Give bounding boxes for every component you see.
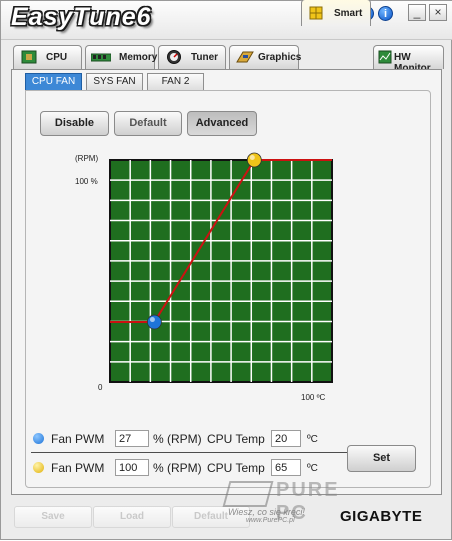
smart-cube-icon (309, 6, 323, 20)
y-axis-max-label: 100 % (75, 177, 98, 186)
tuner-gauge-icon (167, 50, 181, 64)
tab-hw-monitor[interactable]: HW Monitor (373, 45, 444, 74)
y-axis-unit: (RPM) (75, 154, 99, 163)
point-row-yellow: Fan PWM 100 % (RPM) CPU Temp 65 ºC (33, 458, 333, 478)
tab-label: Smart (334, 8, 363, 19)
x-axis-max-label: 100 ºC (301, 393, 326, 402)
blue-point-icon (33, 433, 44, 444)
tab-graphics[interactable]: Graphics (229, 45, 302, 69)
watermark-url: www.PurePC.pl (246, 517, 295, 524)
cpu-chip-icon (21, 50, 37, 64)
point-row-blue: Fan PWM 27 % (RPM) CPU Temp 20 ºC (33, 429, 333, 449)
graphics-card-icon (236, 51, 254, 63)
memory-stick-icon (91, 53, 111, 62)
tab-label: CPU (46, 52, 68, 63)
temp-unit-label: ºC (307, 434, 318, 445)
fan-pwm-label: Fan PWM (51, 432, 105, 446)
subtab-cpu-fan[interactable]: CPU FAN (25, 73, 82, 90)
gigabyte-logo: GIGABYTE (340, 508, 423, 525)
disable-button[interactable]: Disable (40, 111, 109, 136)
fan-pwm-value-field[interactable]: 100 (115, 459, 149, 476)
load-button[interactable]: Load (93, 506, 171, 528)
tab-label: Tuner (191, 52, 219, 63)
tab-cpu[interactable]: CPU (13, 45, 82, 69)
subtab-sys-fan[interactable]: SYS FAN (86, 73, 143, 90)
default-button[interactable]: Default (114, 111, 182, 136)
info-icon[interactable]: i (378, 6, 393, 21)
cpu-temp-label: CPU Temp (207, 432, 265, 446)
minimize-button[interactable]: _ (408, 4, 426, 21)
save-button[interactable]: Save (14, 506, 92, 528)
tab-label: Graphics (258, 52, 302, 63)
watermark-caption: Wiesz, co się kręci! (228, 507, 305, 517)
close-button[interactable]: × (429, 4, 447, 21)
purepc-watermark: PURE PC Wiesz, co się kręci! www.PurePC.… (222, 479, 338, 525)
title-bar: EasyTune6 ◐ @ ? i _ × (1, 1, 452, 40)
fan-pwm-value-field[interactable]: 27 (115, 430, 149, 447)
tab-tuner[interactable]: Tuner (158, 45, 226, 69)
set-button[interactable]: Set (347, 445, 416, 472)
cpu-temp-value-field[interactable]: 20 (271, 430, 301, 447)
app-title: EasyTune6 (11, 3, 152, 31)
advanced-button[interactable]: Advanced (187, 111, 257, 136)
yellow-point-icon (33, 462, 44, 473)
cpu-temp-label: CPU Temp (207, 461, 265, 475)
cpu-temp-value-field[interactable]: 65 (271, 459, 301, 476)
fan-pwm-label: Fan PWM (51, 461, 105, 475)
temp-unit-label: ºC (307, 463, 318, 474)
tab-smart[interactable]: Smart (301, 0, 371, 26)
y-axis-min-label: 0 (98, 383, 103, 392)
hw-monitor-icon (378, 50, 392, 64)
pwm-unit-label: % (RPM) (153, 461, 202, 475)
pwm-unit-label: % (RPM) (153, 432, 202, 446)
tab-memory[interactable]: Memory (85, 45, 158, 69)
tab-label: Memory (119, 52, 158, 63)
subtab-fan-2[interactable]: FAN 2 (147, 73, 204, 90)
easytune-window: EasyTune6 ◐ @ ? i _ × CPU Memory Tuner G… (0, 0, 452, 540)
watermark-logo-icon (222, 481, 274, 507)
